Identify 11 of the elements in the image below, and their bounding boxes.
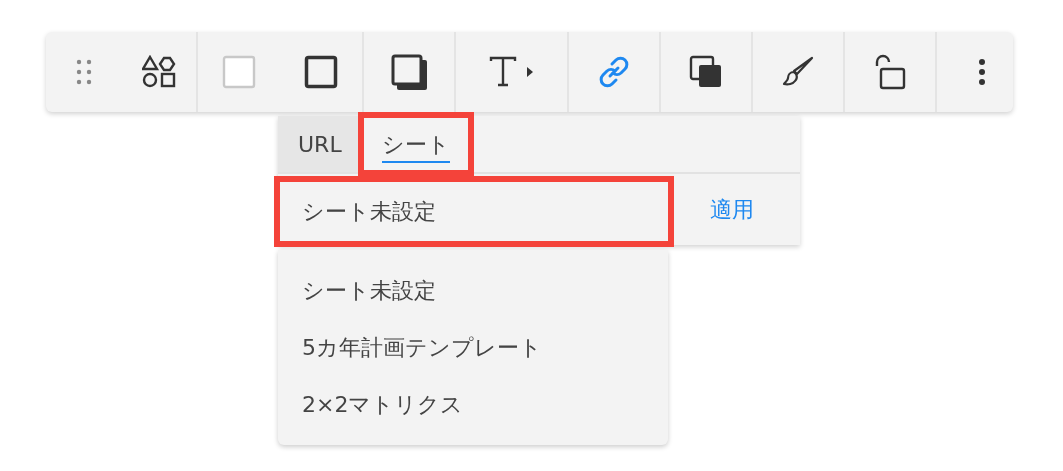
blank-square-icon	[222, 55, 256, 89]
layers-icon	[689, 55, 723, 89]
dropdown-item[interactable]: シート未設定	[278, 262, 668, 319]
unlocked-padlock-icon	[874, 54, 906, 90]
dropdown-item[interactable]: 5カ年計画テンプレート	[278, 319, 668, 376]
more-icon	[978, 58, 986, 86]
shadow-square-icon	[391, 54, 427, 90]
dropdown-item[interactable]: 2×2マトリクス	[278, 376, 668, 433]
shapes-icon	[141, 55, 176, 89]
square-outline-icon	[304, 55, 338, 89]
link-icon	[597, 55, 631, 89]
